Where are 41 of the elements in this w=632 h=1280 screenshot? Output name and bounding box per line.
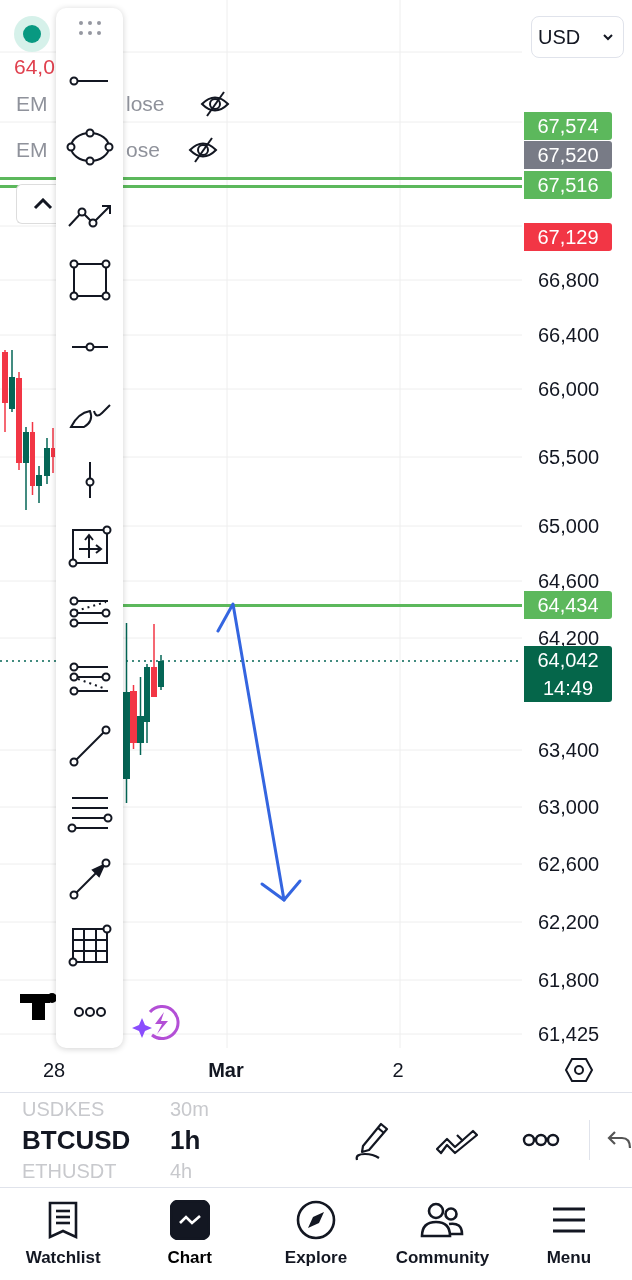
time-axis-label: Mar — [207, 1058, 245, 1082]
settings-icon[interactable] — [564, 1055, 594, 1085]
time-axis-label: 28 — [41, 1058, 67, 1082]
price-tag: 67,129 — [524, 223, 612, 251]
price-axis-label: 62,200 — [538, 910, 600, 935]
price-axis-label: 61,425 — [538, 1022, 600, 1047]
people-icon — [419, 1200, 466, 1240]
indicator-source: lose — [126, 91, 165, 117]
compass-icon — [296, 1200, 336, 1240]
eye-slash-icon[interactable] — [200, 90, 230, 118]
price-axis-label: 65,500 — [538, 445, 600, 470]
chevron-up-icon — [33, 198, 53, 210]
price-axis-label: 63,000 — [538, 795, 600, 820]
price-tag: 67,516 — [524, 171, 612, 199]
time-axis-label: 2 — [391, 1058, 405, 1082]
currency-select[interactable]: USD — [531, 16, 624, 58]
price-tag: 64,434 — [524, 591, 612, 619]
price-axis-label: 63,400 — [538, 738, 600, 763]
chart-icon — [169, 1200, 210, 1240]
price-axis-label: 65,000 — [538, 514, 600, 539]
price-tag: 64,042 14:49 — [524, 646, 612, 702]
last-price: 64,0 — [14, 55, 55, 79]
interval-option[interactable]: 1h — [170, 1122, 209, 1158]
price-axis-label: 66,800 — [538, 268, 600, 293]
price-axis-label: 64,600 — [538, 569, 600, 594]
price-axis-label: 61,800 — [538, 968, 600, 993]
price-axis-label: 66,400 — [538, 323, 600, 348]
price-axis-label: 66,000 — [538, 377, 600, 402]
eye-slash-icon[interactable] — [188, 136, 218, 164]
indicator-source: ose — [126, 137, 160, 163]
price-tag: 67,574 — [524, 112, 612, 140]
indicator-name: EM — [16, 91, 48, 117]
sparkle-bolt-icon — [132, 1005, 180, 1040]
logo-icon — [20, 993, 57, 1020]
symbol-option[interactable]: BTCUSD — [22, 1122, 170, 1158]
price-axis-label: 62,600 — [538, 852, 600, 877]
indicator-name: EM — [16, 137, 48, 163]
price-tag: 67,520 — [524, 141, 612, 169]
collapse-button[interactable] — [16, 184, 56, 224]
status-dot — [14, 16, 50, 52]
chevron-down-icon — [603, 33, 613, 41]
